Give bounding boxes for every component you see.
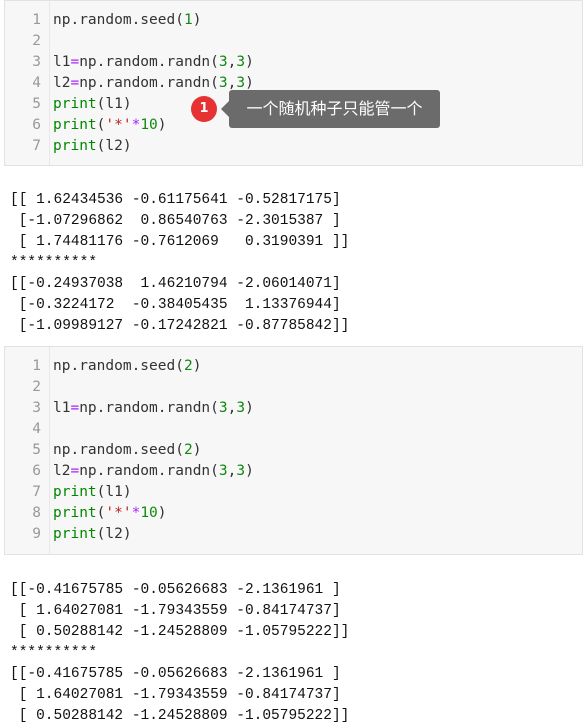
code-token: print: [53, 526, 97, 542]
code-token: 3: [218, 400, 228, 416]
code-token: (l2): [96, 138, 132, 154]
code-line: np.random.seed(2): [53, 440, 201, 461]
code-token: '*': [105, 505, 132, 521]
code-token: 3: [236, 54, 246, 70]
code-token: 10: [140, 505, 158, 521]
code-token: ): [192, 12, 202, 28]
line-number: 6: [32, 463, 41, 479]
code-token: ): [245, 400, 254, 416]
code-token: np.random.seed(: [53, 12, 184, 28]
code-token: '*': [105, 117, 132, 133]
line-number: 1: [32, 358, 41, 374]
line-number: 2: [32, 33, 41, 49]
code-token: 1: [183, 12, 193, 28]
code-token: 3: [218, 54, 228, 70]
code-token: print: [53, 117, 97, 133]
code-token: print: [53, 96, 97, 112]
code-line: l1=np.random.randn(3,3): [53, 398, 254, 419]
code-token: l2: [53, 463, 71, 479]
code-token: 3: [236, 75, 246, 91]
code-token: ): [245, 463, 254, 479]
code-cell-1[interactable]: 1 np.random.seed(1) 2 3 l1=np.random.randn(3…: [4, 0, 583, 166]
code-token: (l1): [96, 484, 132, 500]
code-line: print('*'*10): [53, 115, 167, 136]
code-token: =: [70, 463, 80, 479]
line-number: 4: [32, 75, 41, 91]
annotation-tooltip: 一个随机种子只能管一个: [229, 90, 440, 128]
code-token: (l2): [96, 526, 132, 542]
code-token: ): [157, 505, 167, 521]
code-token: ): [245, 75, 254, 91]
code-line: print(l2): [53, 524, 132, 545]
code-line: l1=np.random.randn(3,3): [53, 52, 254, 73]
code-token: np.random.randn(: [79, 75, 219, 91]
tooltip-arrow: [221, 101, 229, 117]
code-line: l2=np.random.randn(3,3): [53, 461, 254, 482]
code-token: 3: [236, 463, 246, 479]
line-number: 2: [32, 379, 41, 395]
code-token: 3: [218, 75, 228, 91]
code-line: print(l1): [53, 94, 132, 115]
code-token: np.random.seed(: [53, 442, 184, 458]
code-cell-2[interactable]: 1 np.random.seed(2) 2 3 l1=np.random.randn(3…: [4, 346, 583, 555]
line-number: 1: [32, 12, 41, 28]
code-token: 3: [218, 463, 228, 479]
code-token: l1: [53, 54, 71, 70]
code-line: np.random.seed(1): [53, 10, 201, 31]
code-line: l2=np.random.randn(3,3): [53, 73, 254, 94]
code-token: =: [70, 400, 80, 416]
code-line: print('*'*10): [53, 503, 167, 524]
line-number: 6: [32, 117, 41, 133]
code-line: print(l1): [53, 482, 132, 503]
code-token: l1: [53, 400, 71, 416]
code-line: np.random.seed(2): [53, 356, 201, 377]
line-number: 3: [32, 54, 41, 70]
line-number: 7: [32, 484, 41, 500]
cell-output-1: [[ 1.62434536 -0.61175641 -0.52817175] […: [10, 191, 350, 334]
line-number: 9: [32, 526, 41, 542]
code-token: print: [53, 138, 97, 154]
code-token: np.random.seed(: [53, 358, 184, 374]
line-number: 8: [32, 505, 41, 521]
code-token: (l1): [96, 96, 132, 112]
code-token: ): [245, 54, 254, 70]
code-token: print: [53, 505, 97, 521]
code-token: np.random.randn(: [79, 400, 219, 416]
line-number: 7: [32, 138, 41, 154]
code-token: ): [192, 442, 202, 458]
line-number: 3: [32, 400, 41, 416]
cell-output-2: [[-0.41675785 -0.05626683 -2.1361961 ] […: [10, 581, 350, 724]
code-token: =: [70, 54, 80, 70]
code-token: np.random.randn(: [79, 463, 219, 479]
code-token: ): [157, 117, 167, 133]
code-token: ): [192, 358, 202, 374]
code-token: =: [70, 75, 80, 91]
code-token: 10: [140, 117, 158, 133]
code-token: np.random.randn(: [79, 54, 219, 70]
line-number: 4: [32, 421, 41, 437]
code-token: 2: [183, 442, 193, 458]
code-token: 3: [236, 400, 246, 416]
code-line: print(l2): [53, 136, 132, 157]
line-number: 5: [32, 442, 41, 458]
code-token: print: [53, 484, 97, 500]
code-token: 2: [183, 358, 193, 374]
annotation-badge: 1: [191, 96, 217, 122]
code-token: l2: [53, 75, 71, 91]
line-number: 5: [32, 96, 41, 112]
